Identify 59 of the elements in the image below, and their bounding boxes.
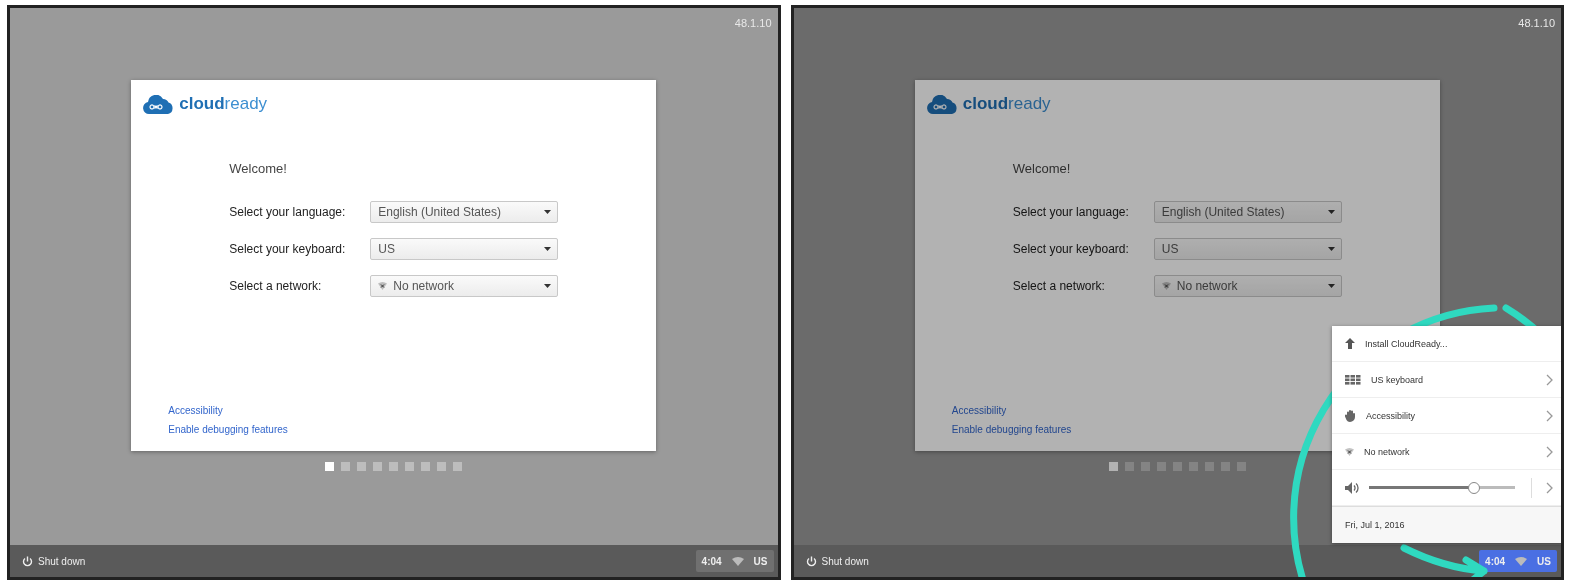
welcome-heading: Welcome! — [229, 161, 288, 176]
dropdown-select[interactable]: US — [1153, 238, 1342, 260]
field-label: Select a network: — [1012, 279, 1106, 293]
chevron-right-icon — [1546, 409, 1553, 422]
version-text: 48.1.10 — [734, 17, 772, 29]
menu-item[interactable]: US keyboard — [1332, 362, 1561, 398]
text-link[interactable]: Accessibility — [951, 405, 1007, 416]
menu-item-label: Accessibility — [1366, 410, 1416, 421]
menu-item[interactable]: No network — [1332, 434, 1561, 470]
dropdown-select[interactable]: No network — [370, 275, 559, 297]
dropdown-caret-icon — [544, 247, 552, 251]
chevron-right-icon — [1546, 445, 1553, 458]
menu-item[interactable]: Install CloudReady... — [1332, 326, 1561, 362]
field-label: Select your keyboard: — [1012, 242, 1130, 256]
brand-wordmark: cloudready — [179, 94, 268, 114]
wifi-icon — [731, 556, 744, 566]
chevron-right-icon — [1546, 481, 1553, 494]
speaker-icon — [1345, 481, 1359, 494]
cloud-logo-icon — [143, 94, 175, 114]
brand-wordmark: cloudready — [962, 94, 1051, 114]
dropdown-caret-icon — [544, 210, 552, 214]
chevron-right-icon — [1546, 373, 1553, 386]
status-tray-button[interactable]: 4:04 US — [1479, 550, 1557, 572]
dropdown-select[interactable]: English (United States) — [1153, 201, 1342, 223]
field-label: Select your keyboard: — [229, 242, 347, 256]
text-link[interactable]: Enable debugging features — [168, 424, 288, 435]
date-row[interactable]: Fri, Jul 1, 2016 — [1332, 506, 1561, 543]
power-icon — [22, 555, 33, 567]
text-link[interactable]: Accessibility — [168, 405, 223, 416]
field-label: Select your language: — [1012, 205, 1130, 219]
hand-icon — [1345, 409, 1356, 422]
no-network-icon — [378, 282, 388, 290]
version-text: 48.1.10 — [1518, 17, 1555, 29]
text-link[interactable]: Enable debugging features — [951, 424, 1072, 435]
dropdown-caret-icon — [1327, 210, 1335, 214]
date-text: Fri, Jul 1, 2016 — [1345, 520, 1405, 530]
dropdown-caret-icon — [544, 284, 552, 288]
welcome-heading: Welcome! — [1012, 161, 1072, 176]
power-icon — [805, 555, 817, 567]
dropdown-select[interactable]: English (United States) — [370, 201, 559, 223]
menu-item-label: No network — [1364, 446, 1411, 457]
dropdown-select[interactable]: No network — [1153, 275, 1342, 297]
keyboard-icon — [1345, 374, 1361, 385]
shut-down-button[interactable]: Shut down — [22, 555, 86, 567]
up-arrow-icon — [1345, 338, 1355, 349]
menu-item-label: Install CloudReady... — [1365, 338, 1449, 349]
menu-item-label: US keyboard — [1371, 374, 1425, 385]
field-label: Select your language: — [229, 205, 347, 219]
shut-down-button[interactable]: Shut down — [805, 555, 869, 567]
no-network-icon — [1345, 447, 1354, 456]
dropdown-caret-icon — [1327, 284, 1335, 288]
field-label: Select a network: — [229, 279, 323, 293]
menu-item[interactable]: Accessibility — [1332, 398, 1561, 434]
dropdown-select[interactable]: US — [370, 238, 559, 260]
cloud-logo-icon — [926, 94, 958, 114]
slider-thumb[interactable] — [1468, 481, 1481, 494]
wifi-icon — [1515, 556, 1528, 566]
dropdown-caret-icon — [1327, 247, 1335, 251]
status-tray-button[interactable]: 4:04 US — [695, 550, 774, 572]
